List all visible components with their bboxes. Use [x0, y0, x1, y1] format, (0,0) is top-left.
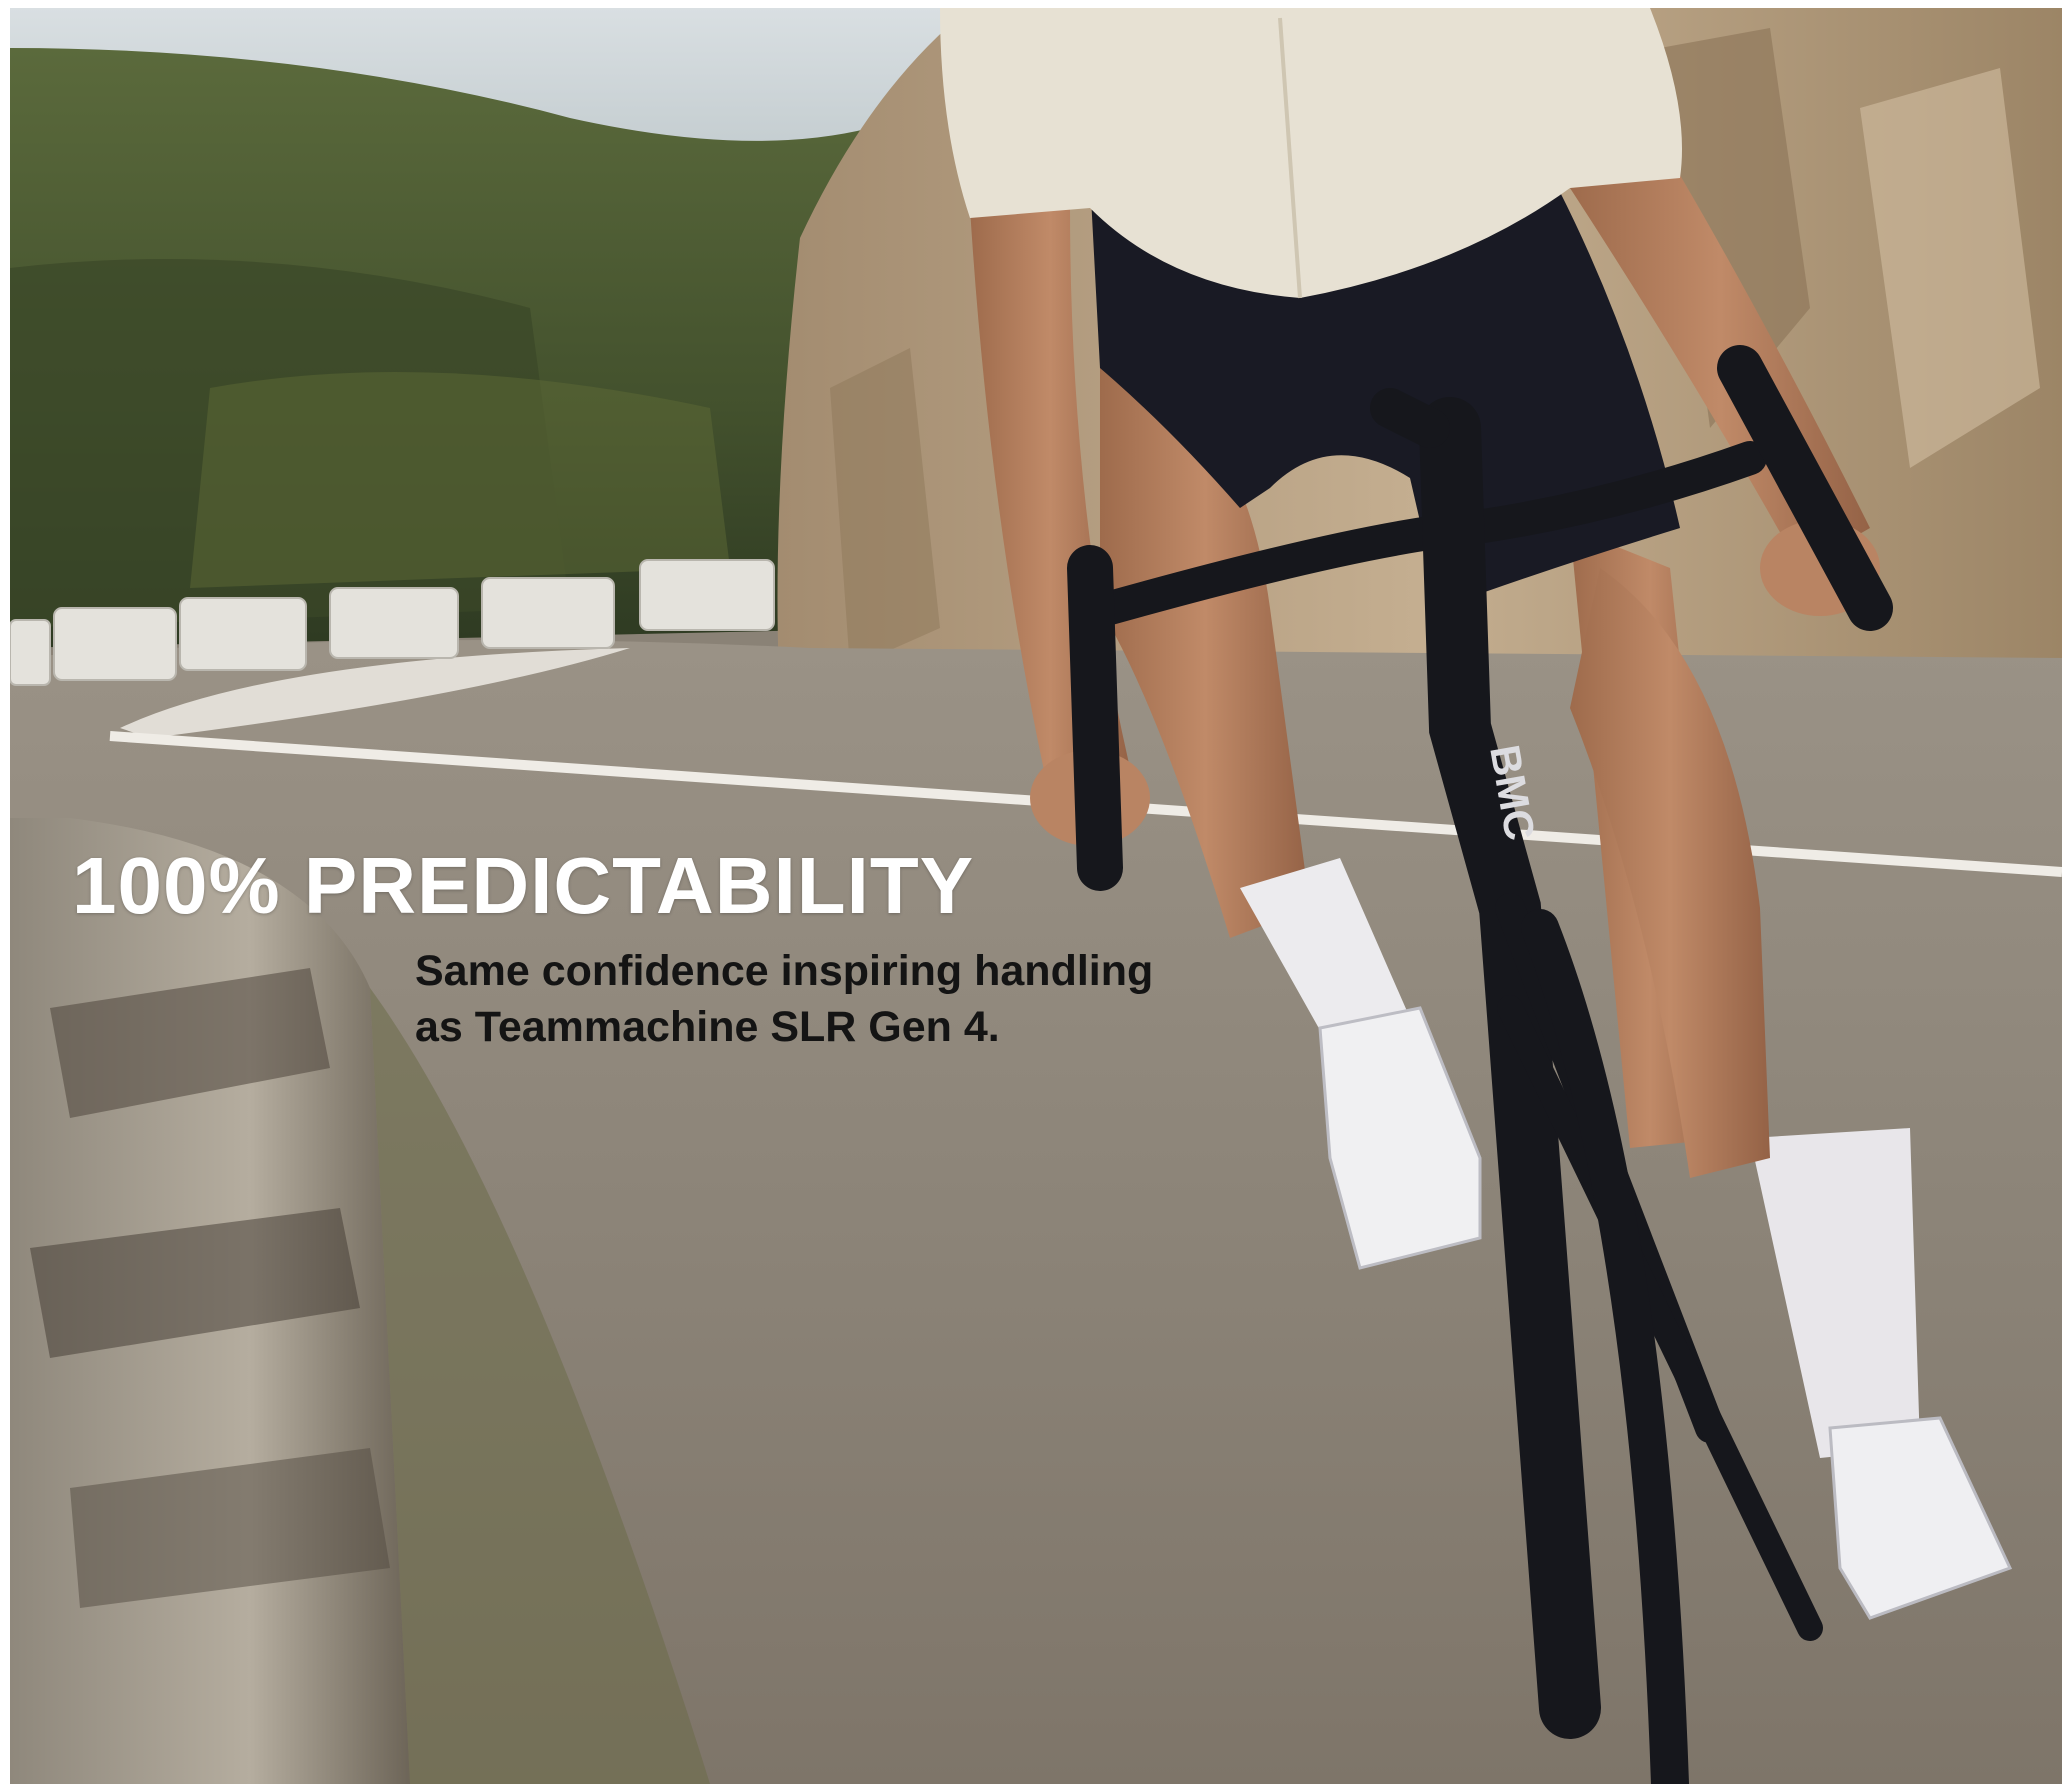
subtext-line-1: Same confidence inspiring handling	[415, 947, 1154, 995]
subtext-line-2: as Teammachine SLR Gen 4.	[415, 1003, 1000, 1051]
headline: 100% PREDICTABILITY	[72, 841, 975, 930]
subtext: Same confidence inspiring handling as Te…	[415, 943, 1153, 1055]
hero-photo: BMC 100% PREDICTABILITY Same confidence …	[10, 8, 2062, 1784]
